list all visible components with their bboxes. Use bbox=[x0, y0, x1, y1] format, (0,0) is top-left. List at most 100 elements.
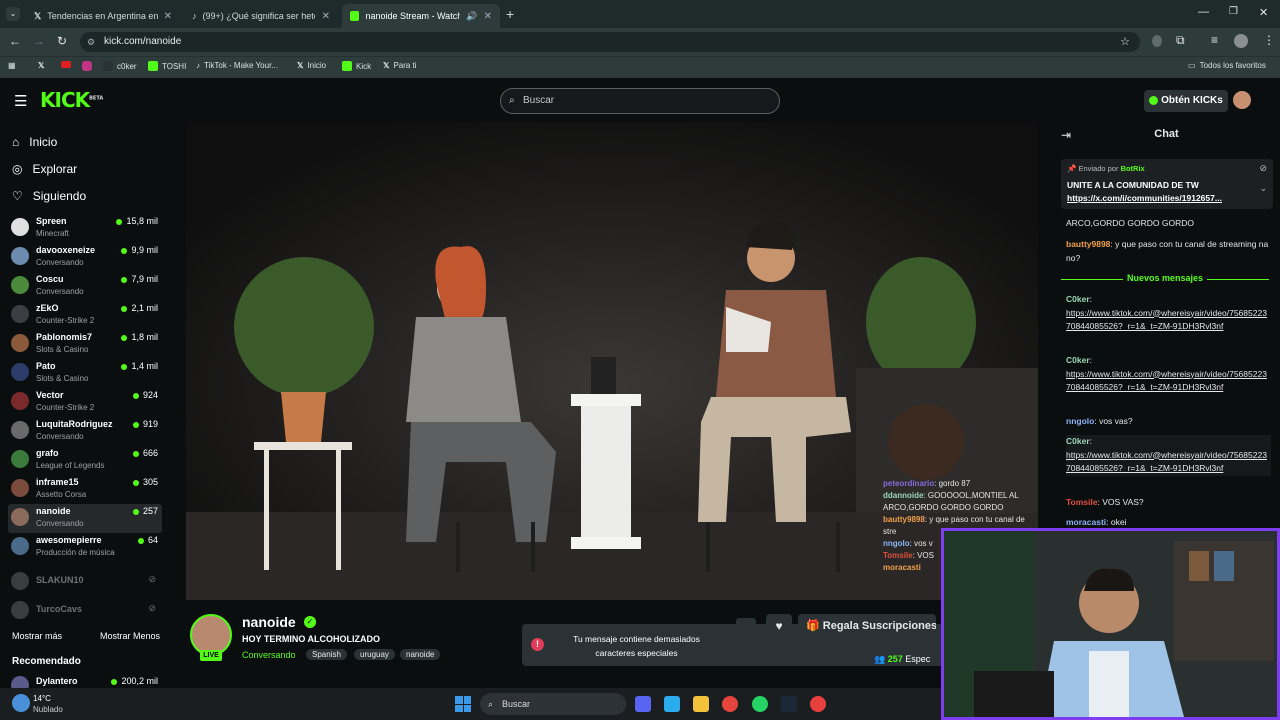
tab-kick-nanoide[interactable]: nanoide Stream - Watch Live 🔊 ✕ bbox=[342, 4, 500, 28]
sidebar-channel-nanoide[interactable]: nanoide Conversando 257 bbox=[8, 504, 162, 533]
bookmark-tiktok[interactable]: ♪ TikTok - Make Your... bbox=[196, 61, 278, 70]
channel-name: davooxeneize bbox=[36, 245, 96, 255]
bookmark-inicio[interactable]: 𝕏 Inicio bbox=[297, 61, 326, 70]
bookmark-label: Kick bbox=[356, 61, 372, 71]
unpin-icon[interactable]: ⊘ bbox=[1259, 163, 1267, 174]
show-more-link[interactable]: Mostrar más bbox=[12, 631, 62, 641]
gift-subs-button[interactable]: 🎁 Regala Suscripciones bbox=[798, 614, 936, 638]
pinned-text: UNITE A LA COMUNIDAD DE TW bbox=[1067, 180, 1199, 190]
channel-category: Counter-Strike 2 bbox=[36, 403, 95, 412]
sidebar-channel-vector[interactable]: Vector Counter-Strike 2 924 bbox=[8, 388, 162, 417]
nav-explorar[interactable]: ◎ Explorar bbox=[12, 162, 77, 176]
weather-icon[interactable] bbox=[12, 694, 30, 712]
bookmark-youtube[interactable] bbox=[61, 61, 71, 68]
bookmark-instagram[interactable] bbox=[82, 61, 92, 71]
media-icon[interactable]: ≡ bbox=[1211, 33, 1218, 47]
speaker-icon[interactable]: 🔊 bbox=[466, 11, 477, 22]
menu-icon[interactable]: ⋮ bbox=[1263, 33, 1275, 47]
tag-spanish[interactable]: Spanish bbox=[306, 649, 347, 660]
whatsapp-icon[interactable] bbox=[752, 696, 768, 712]
bookmark-para-ti[interactable]: 𝕏 Para ti bbox=[383, 61, 417, 70]
bookmark-kick[interactable]: Kick bbox=[342, 61, 371, 71]
chat-link[interactable]: https://www.tiktok.com/@whereisyair/vide… bbox=[1066, 450, 1267, 474]
video-player[interactable]: peteordinario: gordo 87 ddannoide: GOOOO… bbox=[186, 122, 1038, 600]
sidebar-channel-inframe15[interactable]: inframe15 Assetto Corsa 305 bbox=[8, 475, 162, 504]
user-avatar[interactable] bbox=[1233, 91, 1251, 109]
close-icon[interactable]: ✕ bbox=[164, 11, 172, 22]
sidebar-channel-awesomepierre[interactable]: awesomepierre Producción de música 64 bbox=[8, 533, 162, 562]
sidebar-channel-davooxeneize[interactable]: davooxeneize Conversando 9,9 mil bbox=[8, 243, 162, 272]
bookmark-x[interactable]: 𝕏 bbox=[38, 61, 44, 70]
search-icon: ⌕ bbox=[488, 699, 494, 709]
sidebar-channel-pablonomis7[interactable]: Pablonomis7 Slots & Casino 1,8 mil bbox=[8, 330, 162, 359]
channel-category: Conversando bbox=[36, 287, 84, 296]
close-icon[interactable]: ✕ bbox=[322, 11, 330, 22]
viewer-count: 7,9 mil bbox=[121, 274, 158, 284]
nav-siguiendo[interactable]: ♡ Siguiendo bbox=[12, 189, 86, 203]
x-icon: 𝕏 bbox=[34, 10, 42, 21]
chat-message: C0ker: https://www.tiktok.com/@whereisyai… bbox=[1066, 355, 1267, 393]
follow-heart-button[interactable]: ♥ bbox=[766, 614, 792, 638]
channel-name: Pato bbox=[36, 361, 56, 371]
telegram-icon[interactable] bbox=[664, 696, 680, 712]
show-less-link[interactable]: Mostrar Menos bbox=[100, 631, 160, 641]
nav-inicio[interactable]: ⌂ Inicio bbox=[12, 135, 57, 149]
extension-icon[interactable] bbox=[1152, 35, 1162, 47]
profile-avatar[interactable] bbox=[1234, 34, 1248, 48]
logo-text: KICK bbox=[40, 88, 90, 112]
avatar bbox=[11, 479, 29, 497]
forward-arrow-icon[interactable]: → bbox=[33, 34, 45, 48]
x-icon: 𝕏 bbox=[297, 61, 304, 70]
discord-icon[interactable] bbox=[635, 696, 651, 712]
search-input[interactable]: ⌕ Buscar bbox=[500, 88, 780, 114]
sidebar-channel-slakun10[interactable]: SLAKUN10 ⊘ bbox=[8, 568, 162, 597]
sidebar-channel-pato[interactable]: Pato Slots & Casino 1,4 mil bbox=[8, 359, 162, 388]
sidebar-channel-turcocavs[interactable]: TurcoCavs ⊘ bbox=[8, 597, 162, 626]
tab-title: Tendencias en Argentina en X bbox=[47, 11, 158, 21]
new-tab-button[interactable]: + bbox=[506, 6, 514, 22]
more-options-button[interactable] bbox=[736, 618, 756, 636]
reload-icon[interactable]: ↻ bbox=[57, 34, 67, 48]
chat-title: Chat bbox=[1154, 128, 1179, 140]
url-field[interactable]: ⚙ kick.com/nanoide ☆ bbox=[80, 32, 1140, 52]
chat-link[interactable]: https://www.tiktok.com/@whereisyair/vide… bbox=[1066, 308, 1267, 332]
pinned-link[interactable]: https://x.com/i/communities/1912657... bbox=[1067, 193, 1222, 203]
sidebar-channel-spreen[interactable]: Spreen Minecraft 15,8 mil bbox=[8, 214, 162, 243]
hamburger-menu-icon[interactable]: ☰ bbox=[14, 92, 27, 110]
tag-uruguay[interactable]: uruguay bbox=[354, 649, 395, 660]
kick-logo[interactable]: KICKBETA bbox=[40, 88, 103, 112]
bookmark-c0ker[interactable]: c0ker bbox=[103, 61, 137, 71]
sidebar-channel-luquitarodriguez[interactable]: LuquitaRodriguez Conversando 919 bbox=[8, 417, 162, 446]
chat-link[interactable]: https://www.tiktok.com/@whereisyair/vide… bbox=[1066, 369, 1267, 393]
steam-icon[interactable] bbox=[781, 696, 797, 712]
tab-tiktok[interactable]: ♪ (99+) ¿Qué significa ser heterosexual?… bbox=[184, 4, 338, 28]
taskbar-search[interactable]: ⌕ Buscar bbox=[480, 693, 626, 715]
windows-start-icon[interactable] bbox=[455, 696, 471, 712]
all-favorites[interactable]: ▭ Todos los favoritos bbox=[1188, 61, 1266, 70]
streamer-name[interactable]: nanoide bbox=[242, 614, 296, 630]
pinned-message[interactable]: 📌 Enviado por BotRix UNITE A LA COMUNIDA… bbox=[1061, 159, 1273, 209]
back-arrow-icon[interactable]: ← bbox=[9, 34, 21, 48]
sidebar-channel-coscu[interactable]: Coscu Conversando 7,9 mil bbox=[8, 272, 162, 301]
close-icon[interactable]: ✕ bbox=[484, 11, 492, 22]
chrome-icon[interactable] bbox=[722, 696, 738, 712]
file-explorer-icon[interactable] bbox=[693, 696, 709, 712]
tag-nanoide[interactable]: nanoide bbox=[400, 649, 441, 660]
tab-x-trends[interactable]: 𝕏 Tendencias en Argentina en X ✕ bbox=[26, 4, 180, 28]
tab-search-icon[interactable]: ⌄ bbox=[6, 7, 20, 21]
recording-app-icon[interactable] bbox=[810, 696, 826, 712]
bookmark-toshi[interactable]: TOSHI bbox=[148, 61, 186, 71]
sidebar-channel-grafo[interactable]: grafo League of Legends 666 bbox=[8, 446, 162, 475]
minimize-button[interactable]: — bbox=[1198, 6, 1209, 18]
chevron-down-icon[interactable]: ⌄ bbox=[1259, 183, 1267, 194]
sidebar-channel-zeko[interactable]: zEkO Counter-Strike 2 2,1 mil bbox=[8, 301, 162, 330]
obten-kicks-button[interactable]: Obtén KICKs bbox=[1144, 90, 1228, 112]
apps-grid-icon[interactable]: ▦ bbox=[8, 61, 16, 70]
bookmark-label: TOSHI bbox=[162, 61, 187, 71]
site-info-icon[interactable]: ⚙ bbox=[87, 32, 95, 52]
bookmark-star-icon[interactable]: ☆ bbox=[1120, 32, 1130, 52]
puzzle-icon[interactable]: ⧉ bbox=[1176, 33, 1185, 48]
maximize-button[interactable]: ❐ bbox=[1229, 6, 1238, 17]
stream-category[interactable]: Conversando bbox=[242, 650, 296, 660]
close-window-button[interactable]: ✕ bbox=[1259, 6, 1268, 19]
